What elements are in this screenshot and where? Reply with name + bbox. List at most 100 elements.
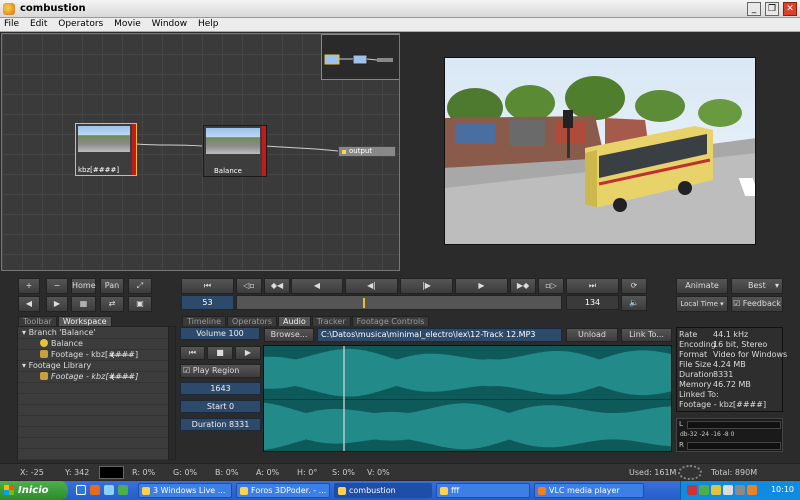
rewind-icon[interactable]: ⏮	[180, 346, 205, 360]
schematic-view[interactable]: kbz[####] Balance output	[1, 33, 400, 271]
menu-window[interactable]: Window	[148, 18, 192, 29]
operator-icon	[40, 339, 48, 347]
link-icon[interactable]: ⇄	[100, 296, 124, 312]
current-frame-field[interactable]: 53	[181, 295, 234, 310]
step-forward-icon[interactable]: |▶	[400, 278, 453, 294]
play-reverse-icon[interactable]: ◀	[291, 278, 343, 294]
status-bar: X: -25 Y: 342 R: 0% G: 0% B: 0% A: 0% H:…	[0, 463, 800, 480]
status-y: Y: 342	[65, 468, 90, 477]
tab-workspace[interactable]: Workspace	[57, 316, 112, 326]
step-back-icon[interactable]: ◀|	[345, 278, 398, 294]
back-arrow-icon[interactable]: ◀	[18, 296, 40, 312]
task-icon	[338, 487, 346, 495]
zoom-out-button[interactable]: −	[46, 278, 68, 294]
tree-item-footage[interactable]: Footage - kbz[####] 🡐	[18, 350, 168, 361]
minimize-icon[interactable]: _	[747, 2, 761, 16]
workspace-scrollbar[interactable]	[168, 326, 176, 460]
task-fff[interactable]: fff	[436, 483, 530, 498]
footage-icon	[40, 350, 48, 358]
audio-play-icon[interactable]: ▶	[235, 346, 261, 360]
tab-toolbar[interactable]: Toolbar	[18, 316, 57, 326]
composite-viewer[interactable]	[444, 57, 756, 245]
tray-icon[interactable]	[699, 485, 709, 495]
tab-footage-controls[interactable]: Footage Controls	[351, 316, 430, 326]
duration-field[interactable]: Duration 8331	[180, 418, 261, 431]
feedback-toggle[interactable]: ☑ Feedback	[731, 296, 783, 312]
tree-item-balance[interactable]: Balance	[18, 339, 168, 350]
firefox-icon[interactable]	[90, 485, 100, 495]
tab-audio[interactable]: Audio	[278, 316, 311, 326]
menu-operators[interactable]: Operators	[54, 18, 107, 29]
messenger-icon[interactable]	[118, 485, 128, 495]
next-marker-icon[interactable]: ▶◆	[510, 278, 536, 294]
task-vlc[interactable]: VLC media player	[534, 483, 644, 498]
tab-tracker[interactable]: Tracker	[311, 316, 351, 326]
browse-button[interactable]: Browse...	[264, 328, 314, 342]
prev-marker-icon[interactable]: ◆◀	[264, 278, 290, 294]
play-region-toggle[interactable]: ☑ Play Region	[180, 364, 261, 378]
balance-node[interactable]: Balance	[203, 125, 267, 177]
layout-icon[interactable]: ▦	[71, 296, 96, 312]
loop-icon[interactable]: ⟳	[621, 278, 647, 294]
quality-dropdown[interactable]: Best ▾	[731, 278, 783, 294]
audio-path-field[interactable]: C:\Datos\musica\minimal_electro\lex\12-T…	[317, 328, 562, 342]
tab-operators[interactable]: Operators	[227, 316, 277, 326]
play-icon[interactable]: ▶	[455, 278, 508, 294]
go-to-end-icon[interactable]: ⏭	[566, 278, 619, 294]
workspace-tree[interactable]: ▾ Branch 'Balance' Balance Footage - kbz…	[17, 326, 169, 460]
stop-icon[interactable]: ■	[207, 346, 233, 360]
footage-node[interactable]: kbz[####]	[75, 123, 137, 176]
tree-item-library[interactable]: ▾ Footage Library	[18, 361, 168, 372]
balance-node-label: Balance	[214, 167, 242, 175]
go-to-start-icon[interactable]: ⏮	[181, 278, 234, 294]
tray-icon[interactable]	[747, 485, 757, 495]
left-arrow-icon: 🡐	[109, 351, 134, 361]
menu-edit[interactable]: Edit	[26, 18, 51, 29]
task-foros[interactable]: Foros 3DPoder. - ...	[236, 483, 330, 498]
region-field[interactable]: 1643	[180, 382, 261, 395]
info-rate: Rate 44.1 kHz	[679, 330, 749, 339]
status-b: B: 0%	[215, 468, 239, 477]
unload-button[interactable]: Unload	[566, 328, 618, 342]
snapshot-icon[interactable]: ▣	[128, 296, 152, 312]
audio-waveform[interactable]	[263, 345, 672, 452]
close-icon[interactable]: ✕	[783, 2, 797, 16]
next-keyframe-icon[interactable]: ▫▷	[538, 278, 564, 294]
pan-button[interactable]: Pan	[100, 278, 124, 294]
graph-navigator[interactable]	[321, 34, 399, 80]
tree-item-library-footage[interactable]: Footage - kbz[####] 🡐	[18, 372, 168, 383]
prev-keyframe-icon[interactable]: ◁▫	[236, 278, 262, 294]
task-windows-live[interactable]: 3 Windows Live ...	[138, 483, 232, 498]
tray-icon[interactable]	[711, 485, 721, 495]
ie-icon[interactable]	[76, 485, 86, 495]
start-field[interactable]: Start 0	[180, 400, 261, 413]
home-button[interactable]: Home	[71, 278, 96, 294]
menu-help[interactable]: Help	[194, 18, 223, 29]
tray-icon[interactable]	[687, 485, 697, 495]
task-combustion[interactable]: combustion	[334, 483, 432, 498]
node-output-bar	[262, 126, 266, 176]
forward-arrow-icon[interactable]: ▶	[46, 296, 68, 312]
tree-item-branch[interactable]: ▾ Branch 'Balance'	[18, 328, 168, 339]
time-mode-dropdown[interactable]: Local Time ▾	[676, 296, 728, 312]
restore-icon[interactable]: ❐	[765, 2, 779, 16]
animate-button[interactable]: Animate	[676, 278, 728, 294]
checkbox-icon: ☑	[183, 366, 191, 375]
app-icon	[3, 3, 15, 15]
speaker-icon[interactable]: 🔈	[621, 295, 647, 311]
zoom-in-button[interactable]: +	[18, 278, 40, 294]
menu-movie[interactable]: Movie	[110, 18, 145, 29]
start-button[interactable]: Inicio	[0, 481, 68, 500]
menu-file[interactable]: File	[0, 18, 23, 29]
time-slider[interactable]	[236, 295, 562, 310]
playhead[interactable]	[363, 298, 365, 308]
link-to-button[interactable]: Link To...	[621, 328, 672, 342]
volume-field[interactable]: Volume 100	[180, 327, 260, 340]
show-desktop-icon[interactable]	[104, 485, 114, 495]
tray-icon[interactable]	[723, 485, 733, 495]
end-frame-field[interactable]: 134	[566, 295, 619, 310]
output-node[interactable]: output	[338, 146, 396, 157]
fit-icon[interactable]: ⤢	[128, 278, 152, 294]
tab-timeline[interactable]: Timeline	[182, 316, 227, 326]
tray-icon[interactable]	[735, 485, 745, 495]
